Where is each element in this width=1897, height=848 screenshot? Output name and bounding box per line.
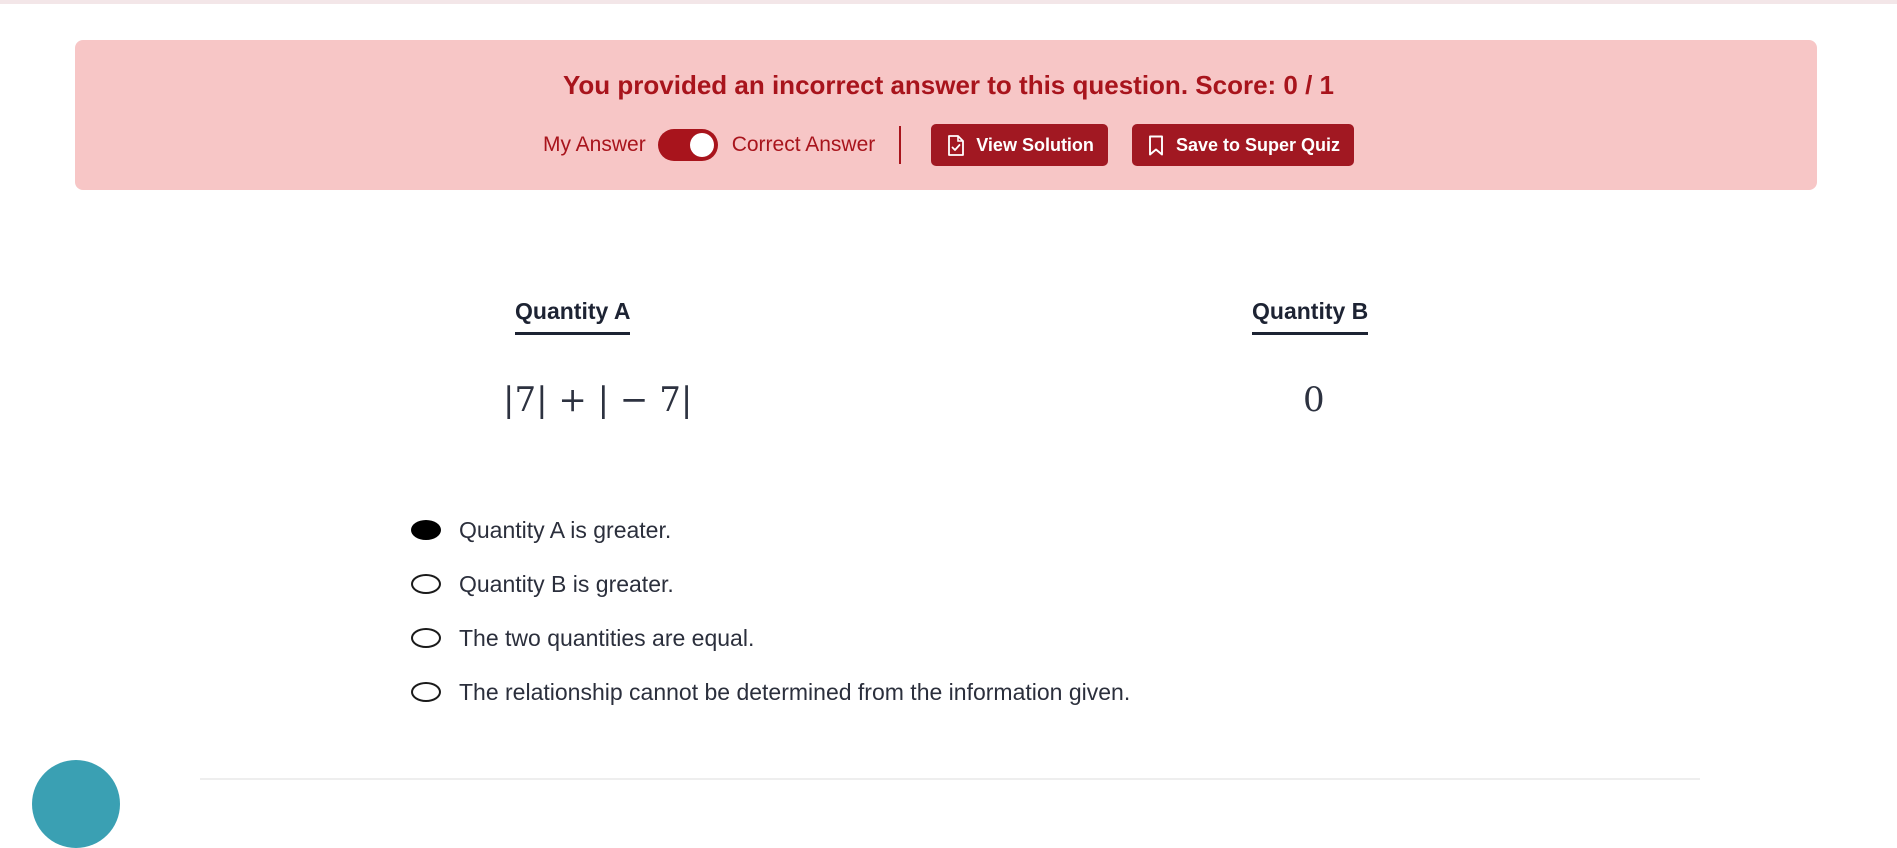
- controls-divider: [899, 126, 902, 164]
- option-label: The relationship cannot be determined fr…: [459, 679, 1131, 705]
- radio-selected[interactable]: [411, 520, 441, 540]
- option-quantity-a-greater[interactable]: Quantity A is greater.: [411, 503, 1130, 557]
- option-cannot-be-determined[interactable]: The relationship cannot be determined fr…: [411, 665, 1130, 719]
- result-message: You provided an incorrect answer to this…: [562, 70, 1334, 100]
- toggle-knob: [689, 133, 714, 157]
- bookmark-icon: [1148, 135, 1163, 155]
- document-check-icon: [948, 134, 965, 156]
- view-solution-label: View Solution: [976, 134, 1094, 155]
- radio-unselected[interactable]: [411, 574, 441, 594]
- quantity-a-expression: |7| + | − 7|: [503, 380, 693, 420]
- radio-unselected[interactable]: [411, 682, 441, 702]
- floating-action-button[interactable]: [32, 760, 120, 848]
- correct-answer-label: Correct Answer: [731, 133, 876, 156]
- radio-unselected[interactable]: [411, 628, 441, 648]
- option-quantities-equal[interactable]: The two quantities are equal.: [411, 611, 1130, 665]
- view-solution-button[interactable]: View Solution: [931, 124, 1108, 166]
- option-label: Quantity B is greater.: [459, 571, 674, 597]
- my-answer-label: My Answer: [543, 133, 646, 156]
- answer-toggle-switch[interactable]: [657, 129, 718, 161]
- option-quantity-b-greater[interactable]: Quantity B is greater.: [411, 557, 1130, 611]
- quantity-b-heading: Quantity B: [1252, 297, 1369, 335]
- option-label: The two quantities are equal.: [459, 625, 755, 651]
- save-to-super-quiz-button[interactable]: Save to Super Quiz: [1131, 124, 1354, 166]
- result-banner: [75, 40, 1817, 190]
- option-label: Quantity A is greater.: [459, 517, 672, 543]
- top-divider: [0, 0, 1897, 4]
- save-to-super-quiz-label: Save to Super Quiz: [1175, 134, 1340, 155]
- answer-controls: My Answer Correct Answer View Solution S…: [0, 124, 1897, 166]
- answer-options: Quantity A is greater. Quantity B is gre…: [411, 503, 1130, 719]
- quantity-b-expression: 0: [1303, 380, 1325, 420]
- quantity-a-heading: Quantity A: [515, 297, 631, 335]
